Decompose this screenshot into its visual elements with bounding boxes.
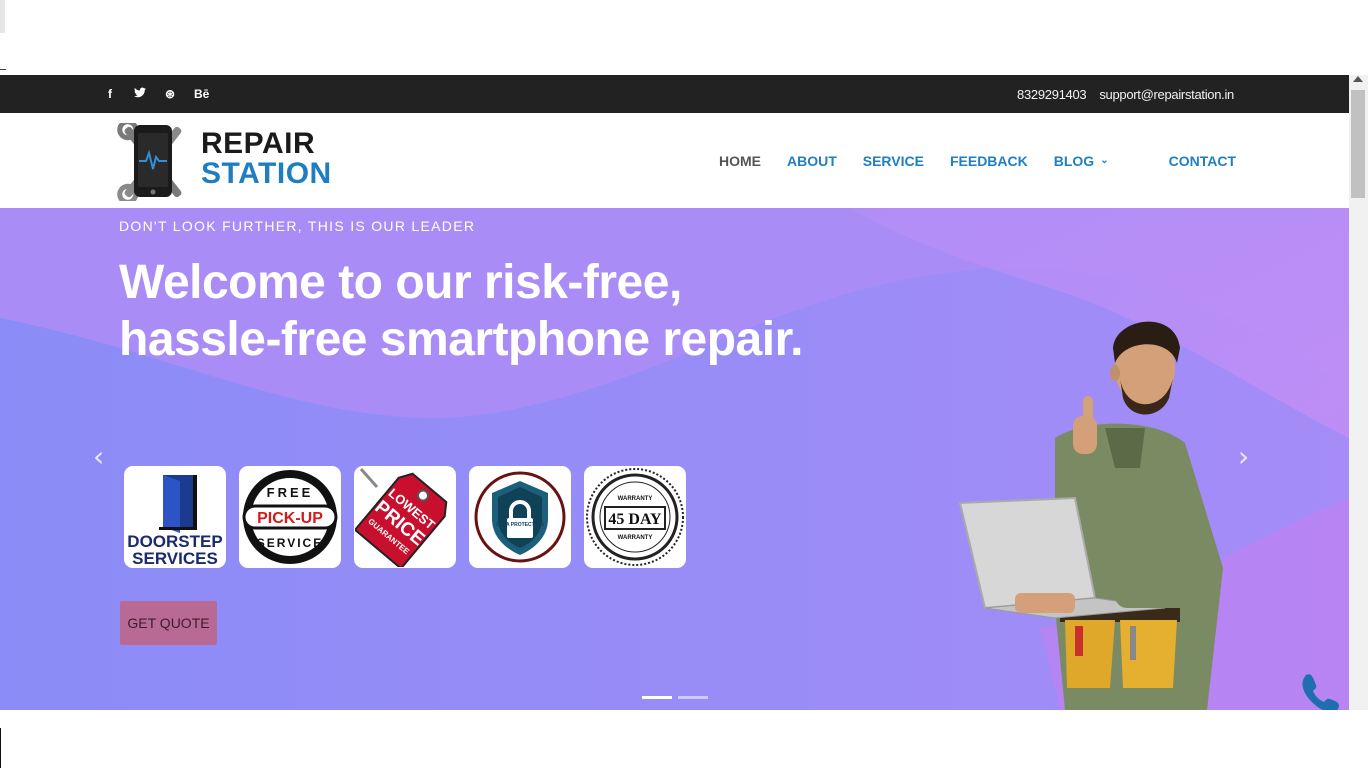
pickup-seal-icon: PICK-UP FREE SERVICE — [242, 470, 338, 564]
window-divider — [0, 69, 6, 70]
logo-text-repair: REPAIR — [201, 127, 316, 160]
slider-dot-2[interactable] — [678, 696, 708, 699]
social-links: f ⊛ Bē — [104, 75, 209, 113]
hero-slider: DON'T LOOK FURTHER, THIS IS OUR LEADER W… — [0, 208, 1349, 710]
warranty-bottom: WARRANTY — [618, 535, 653, 541]
logo[interactable]: REPAIR STATION — [112, 123, 352, 201]
nav-blog[interactable]: BLOG ⌄ — [1054, 153, 1109, 169]
chevron-down-icon: ⌄ — [1100, 155, 1109, 166]
phone-number[interactable]: 8329291403 — [1017, 87, 1087, 102]
nav-service[interactable]: SERVICE — [863, 153, 924, 169]
email-address[interactable]: support@repairstation.in — [1099, 87, 1234, 102]
pickup-bottom: SERVICE — [257, 536, 323, 550]
scrollbar-thumb[interactable] — [1351, 90, 1365, 198]
data-text: DATA PROTECTION — [496, 522, 544, 528]
main-menu: HOME ABOUT SERVICE FEEDBACK BLOG ⌄ CONTA… — [719, 113, 1236, 208]
warranty-middle: 45 DAY — [608, 511, 662, 528]
window-edge — [0, 0, 5, 33]
slider-dot-1[interactable] — [642, 696, 672, 699]
nav-contact[interactable]: CONTACT — [1169, 153, 1236, 169]
doorstep-services-badge: DOORSTEP SERVICES — [124, 466, 226, 568]
behance-icon[interactable]: Bē — [194, 87, 209, 101]
nav-feedback[interactable]: FEEDBACK — [950, 153, 1028, 169]
twitter-icon[interactable] — [134, 87, 146, 101]
door-icon: DOORSTEP SERVICES — [127, 475, 223, 567]
lock-shield-icon: DATA PROTECTION — [474, 471, 566, 563]
data-protection-badge: DATA PROTECTION — [469, 466, 571, 568]
dribbble-icon[interactable]: ⊛ — [164, 87, 176, 101]
nav-blog-label: BLOG — [1053, 152, 1095, 169]
logo-text-station: STATION — [201, 157, 332, 190]
text-cursor — [0, 728, 1, 768]
hero-subtitle: DON'T LOOK FURTHER, THIS IS OUR LEADER — [119, 218, 476, 234]
pickup-middle: PICK-UP — [257, 510, 323, 527]
price-tag-icon: LOWEST PRICE GUARANTEE — [355, 468, 448, 567]
warranty-seal-icon: 45 DAY WARRANTY WARRANTY — [586, 468, 684, 566]
free-pickup-badge: PICK-UP FREE SERVICE — [239, 466, 341, 568]
hero-headline: Welcome to our risk-free, hassle-free sm… — [119, 256, 803, 366]
chevron-left-icon[interactable]: ‹ — [93, 440, 104, 473]
contact-info: 8329291403 support@repairstation.in — [1017, 75, 1234, 113]
get-quote-button[interactable]: GET QUOTE — [120, 601, 217, 645]
main-navbar: REPAIR STATION HOME ABOUT SERVICE FEEDBA… — [0, 113, 1349, 208]
phone-call-icon[interactable] — [1298, 673, 1340, 710]
top-bar: f ⊛ Bē 8329291403 support@repairstation.… — [0, 75, 1349, 113]
warranty-top: WARRANTY — [618, 496, 653, 502]
scroll-up-arrow-icon[interactable] — [1353, 76, 1363, 82]
doorstep-line2: SERVICES — [132, 549, 218, 567]
feature-badges: DOORSTEP SERVICES PICK-UP FREE SERVICE L… — [124, 466, 686, 568]
phone-wrench-logo-icon — [117, 123, 182, 201]
facebook-icon[interactable]: f — [104, 87, 116, 101]
lowest-price-badge: LOWEST PRICE GUARANTEE — [354, 466, 456, 568]
slider-dots — [642, 696, 708, 699]
warranty-badge: 45 DAY WARRANTY WARRANTY — [584, 466, 686, 568]
technician-with-laptop-image — [958, 321, 1223, 710]
nav-home[interactable]: HOME — [719, 153, 761, 169]
website: f ⊛ Bē 8329291403 support@repairstation.… — [0, 75, 1349, 710]
pickup-top: FREE — [267, 485, 314, 500]
nav-about[interactable]: ABOUT — [787, 153, 837, 169]
